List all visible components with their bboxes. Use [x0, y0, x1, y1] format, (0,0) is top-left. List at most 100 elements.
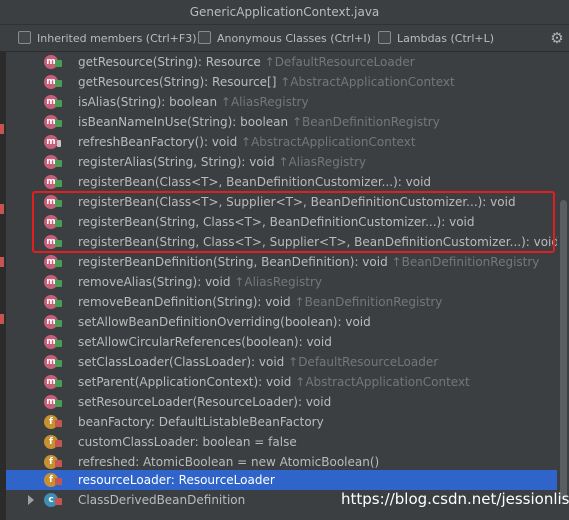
- private-lock-icon: [55, 478, 62, 485]
- member-origin: ↑AbstractApplicationContext: [241, 135, 416, 149]
- public-icon: [55, 340, 62, 347]
- list-item[interactable]: m getResources(String): Resource[] ↑Abstr…: [6, 72, 557, 92]
- member-name: refreshed: AtomicBoolean = new AtomicBoo…: [78, 455, 380, 469]
- member-origin: ↑BeanDefinitionRegistry: [291, 115, 440, 129]
- error-marker: [0, 204, 4, 214]
- public-icon: [55, 120, 62, 127]
- member-name: registerBean(String, Class<T>, Supplier<…: [78, 235, 560, 249]
- list-item[interactable]: m setClassLoader(ClassLoader): void ↑Defa…: [6, 352, 557, 372]
- member-name: setParent(ApplicationContext): void: [78, 375, 292, 389]
- member-name: ClassDerivedBeanDefinition: [78, 493, 246, 507]
- member-name: customClassLoader: boolean = false: [78, 435, 297, 449]
- public-icon: [55, 320, 62, 327]
- member-name: registerBeanDefinition(String, BeanDefin…: [78, 255, 388, 269]
- member-name: isBeanNameInUse(String): boolean: [78, 115, 289, 129]
- member-name: isAlias(String): boolean: [78, 95, 218, 109]
- member-origin: ↑AliasRegistry: [234, 275, 322, 289]
- member-name: refreshBeanFactory(): void: [78, 135, 238, 149]
- lambdas-option[interactable]: Lambdas (Ctrl+L): [378, 31, 494, 45]
- scrollbar-thumb[interactable]: [560, 200, 567, 500]
- public-icon: [55, 300, 62, 307]
- member-name: getResource(String): Resource: [78, 55, 261, 69]
- structure-list: m getResource(String): Resource ↑DefaultR…: [6, 52, 560, 520]
- watermark-text: https://blog.csdn.net/jessionlist: [341, 490, 569, 508]
- inherited-members-label: Inherited members (Ctrl+F3): [37, 32, 197, 45]
- window-title: GenericApplicationContext.java: [0, 0, 569, 25]
- member-name: removeBeanDefinition(String): void: [78, 295, 291, 309]
- member-origin: ↑BeanDefinitionRegistry: [391, 255, 540, 269]
- lambdas-checkbox[interactable]: [378, 31, 391, 44]
- list-item[interactable]: m registerAlias(String, String): void ↑Al…: [6, 152, 557, 172]
- member-origin: ↑AliasRegistry: [220, 95, 309, 109]
- member-name: setResourceLoader(ResourceLoader): void: [78, 395, 332, 409]
- anonymous-classes-checkbox[interactable]: [198, 31, 211, 44]
- list-item[interactable]: m setParent(ApplicationContext): void ↑Ab…: [6, 372, 557, 392]
- error-marker: [0, 124, 4, 134]
- public-icon: [55, 80, 62, 87]
- public-icon: [55, 60, 62, 67]
- member-name: registerBean(Class<T>, BeanDefinitionCus…: [78, 175, 432, 189]
- list-item[interactable]: m isAlias(String): boolean ↑AliasRegistry: [6, 92, 557, 112]
- member-origin: ↑AbstractApplicationContext: [280, 75, 455, 89]
- error-marker: [0, 257, 4, 267]
- anonymous-classes-label: Anonymous Classes (Ctrl+I): [217, 32, 371, 45]
- public-icon: [55, 240, 62, 247]
- list-item[interactable]: m removeAlias(String): void ↑AliasRegistr…: [6, 272, 557, 292]
- private-lock-icon: [55, 498, 62, 505]
- member-name: setClassLoader(ClassLoader): void: [78, 355, 285, 369]
- list-item[interactable]: f customClassLoader: boolean = false: [6, 432, 557, 452]
- member-origin: ↑BeanDefinitionRegistry: [294, 295, 443, 309]
- list-item[interactable]: m removeBeanDefinition(String): void ↑Bea…: [6, 292, 557, 312]
- member-origin: ↑AbstractApplicationContext: [295, 375, 470, 389]
- vertical-scrollbar[interactable]: [557, 52, 569, 520]
- list-item[interactable]: m registerBean(Class<T>, BeanDefinitionCu…: [6, 172, 557, 192]
- public-icon: [55, 200, 62, 207]
- list-item[interactable]: f beanFactory: DefaultListableBeanFactory: [6, 412, 557, 432]
- inherited-members-option[interactable]: Inherited members (Ctrl+F3): [18, 31, 197, 45]
- private-lock-icon: [55, 460, 62, 467]
- public-icon: [55, 360, 62, 367]
- error-marker: [0, 314, 4, 324]
- options-bar: Inherited members (Ctrl+F3) Anonymous Cl…: [0, 25, 569, 52]
- list-item[interactable]: m setResourceLoader(ResourceLoader): void: [6, 392, 557, 412]
- member-name: beanFactory: DefaultListableBeanFactory: [78, 415, 324, 429]
- member-name: setAllowBeanDefinitionOverriding(boolean…: [78, 315, 371, 329]
- method-icon: m: [44, 135, 58, 149]
- public-icon: [55, 380, 62, 387]
- list-item[interactable]: f refreshed: AtomicBoolean = new AtomicBo…: [6, 452, 557, 472]
- lambdas-label: Lambdas (Ctrl+L): [397, 32, 495, 45]
- public-icon: [55, 400, 62, 407]
- public-icon: [55, 100, 62, 107]
- member-name: registerAlias(String, String): void: [78, 155, 275, 169]
- list-item[interactable]: m getResource(String): Resource ↑DefaultR…: [6, 52, 557, 72]
- list-item[interactable]: m registerBean(String, Class<T>, Supplier…: [6, 232, 560, 252]
- list-item-selected[interactable]: f resourceLoader: ResourceLoader: [6, 470, 557, 490]
- public-icon: [55, 180, 62, 187]
- member-name: resourceLoader: ResourceLoader: [78, 473, 275, 487]
- member-origin: ↑DefaultResourceLoader: [264, 55, 415, 69]
- list-item[interactable]: m registerBean(String, Class<T>, BeanDefi…: [6, 212, 557, 232]
- list-item[interactable]: m setAllowCircularReferences(boolean): vo…: [6, 332, 557, 352]
- inherited-members-checkbox[interactable]: [18, 31, 31, 44]
- protected-icon: [57, 140, 61, 147]
- expand-arrow-icon[interactable]: [28, 495, 34, 505]
- gear-icon[interactable]: ⚙: [549, 30, 565, 46]
- member-name: setAllowCircularReferences(boolean): voi…: [78, 335, 332, 349]
- private-lock-icon: [55, 440, 62, 447]
- member-origin: ↑DefaultResourceLoader: [288, 355, 439, 369]
- list-item[interactable]: m isBeanNameInUse(String): boolean ↑BeanD…: [6, 112, 557, 132]
- list-item[interactable]: m registerBeanDefinition(String, BeanDefi…: [6, 252, 557, 272]
- member-name: registerBean(String, Class<T>, BeanDefin…: [78, 215, 475, 229]
- list-item[interactable]: m registerBean(Class<T>, Supplier<T>, Bea…: [6, 192, 557, 212]
- list-item[interactable]: m setAllowBeanDefinitionOverriding(boolea…: [6, 312, 557, 332]
- public-icon: [55, 160, 62, 167]
- member-name: removeAlias(String): void: [78, 275, 231, 289]
- public-icon: [55, 280, 62, 287]
- public-icon: [55, 260, 62, 267]
- anonymous-classes-option[interactable]: Anonymous Classes (Ctrl+I): [198, 31, 371, 45]
- private-lock-icon: [55, 420, 62, 427]
- member-name: getResources(String): Resource[]: [78, 75, 277, 89]
- list-item[interactable]: m refreshBeanFactory(): void ↑AbstractApp…: [6, 132, 557, 152]
- member-name: registerBean(Class<T>, Supplier<T>, Bean…: [78, 195, 516, 209]
- public-icon: [55, 220, 62, 227]
